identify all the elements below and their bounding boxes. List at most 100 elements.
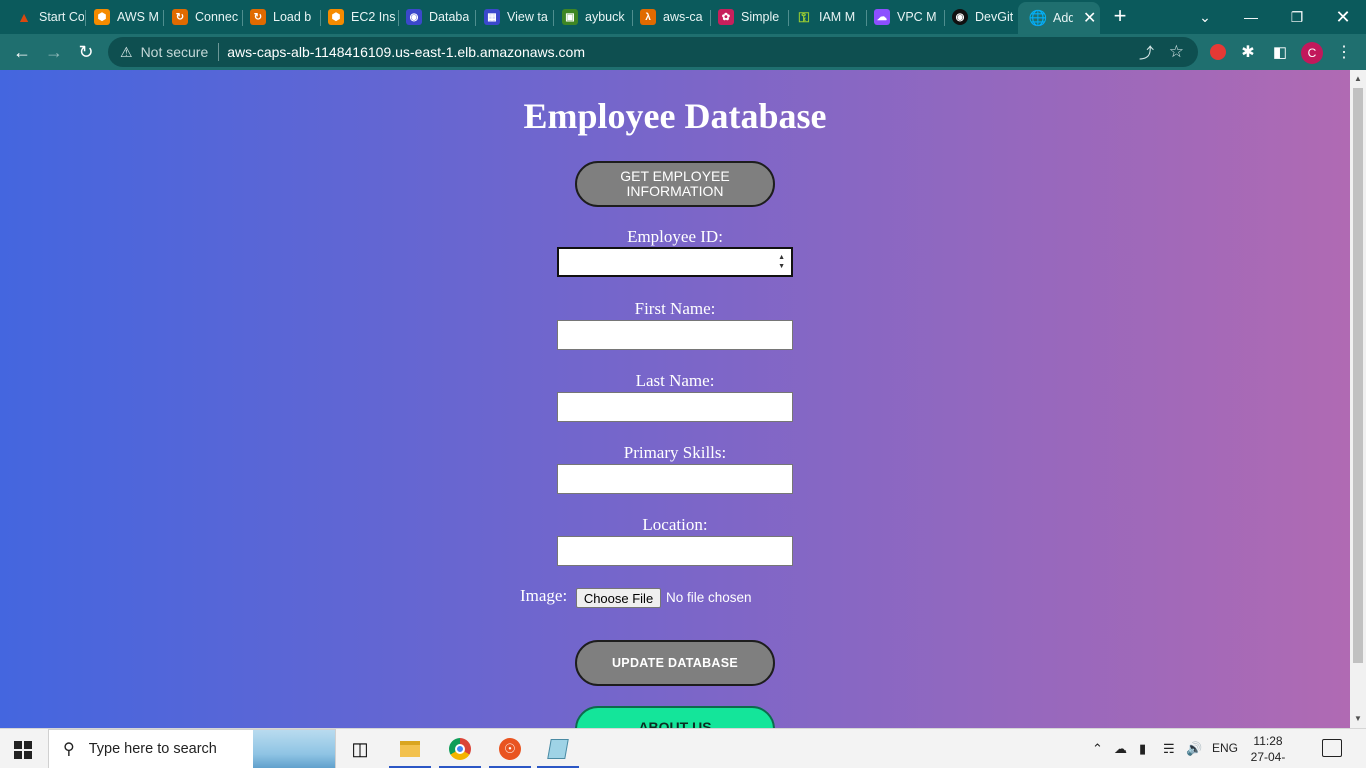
onedrive-cloud-icon[interactable]: ☁ bbox=[1114, 741, 1127, 757]
side-panel-icon[interactable]: ◧ bbox=[1266, 38, 1294, 66]
profile-avatar[interactable]: C bbox=[1301, 42, 1323, 64]
extension-record-icon[interactable] bbox=[1204, 38, 1232, 66]
tab-title: Add bbox=[1053, 11, 1073, 25]
battery-icon[interactable]: ▮ bbox=[1139, 741, 1146, 757]
aws-cube-icon: ⬢ bbox=[94, 9, 110, 25]
tab-aws-management[interactable]: ⬢ AWS M bbox=[82, 4, 160, 30]
task-view-icon[interactable]: ◫ bbox=[337, 729, 383, 768]
security-label[interactable]: Not secure bbox=[141, 44, 209, 60]
aws-service-icon: ↻ bbox=[250, 9, 266, 25]
file-explorer-icon[interactable] bbox=[387, 729, 433, 768]
browser-toolbar: ← → ↻ ⚠ Not secure aws-caps-alb-11484161… bbox=[0, 34, 1366, 70]
back-button[interactable]: ← bbox=[8, 38, 36, 66]
windows-start-icon[interactable] bbox=[14, 741, 32, 759]
url-text[interactable]: aws-caps-alb-1148416109.us-east-1.elb.am… bbox=[227, 44, 585, 60]
reload-button[interactable]: ↻ bbox=[72, 38, 100, 66]
notification-center-icon[interactable] bbox=[1322, 739, 1342, 757]
tab-load-balancer[interactable]: ↻ Load b bbox=[238, 4, 318, 30]
scroll-up-arrow-icon[interactable]: ▲ bbox=[1354, 74, 1362, 83]
tab-ec2-instances[interactable]: ⬢ EC2 Ins bbox=[316, 4, 396, 30]
tab-simple-notification[interactable]: ✿ Simple bbox=[706, 4, 786, 30]
first-name-label: First Name: bbox=[634, 299, 716, 318]
tab-connect[interactable]: ↻ Connec bbox=[160, 4, 240, 30]
aws-service-icon: ↻ bbox=[172, 9, 188, 25]
about-us-button[interactable]: ABOUT US bbox=[575, 706, 775, 728]
divider bbox=[218, 43, 220, 61]
tab-vpc[interactable]: ☁ VPC M bbox=[862, 4, 942, 30]
tab-s3-bucket[interactable]: ▣ aybuck bbox=[550, 4, 630, 30]
clock-date: 27-04-2023 bbox=[1250, 750, 1286, 768]
rds-icon: ◉ bbox=[406, 9, 422, 25]
employee-id-label: Employee ID: bbox=[627, 227, 723, 246]
tab-title: DevGit bbox=[975, 10, 1014, 24]
ubuntu-icon[interactable]: ☉ bbox=[487, 729, 533, 768]
search-highlight-image bbox=[253, 730, 335, 768]
choose-file-button[interactable]: Choose File bbox=[576, 588, 661, 608]
last-name-input[interactable] bbox=[557, 392, 793, 422]
page-title: Employee Database bbox=[523, 96, 827, 136]
iam-key-icon: ⚿ bbox=[798, 8, 810, 25]
tab-title: aws-ca bbox=[663, 10, 703, 24]
tab-title: IAM M bbox=[819, 10, 856, 24]
aws-cube-icon: ⬢ bbox=[328, 9, 344, 25]
volume-icon[interactable]: 🔊 bbox=[1186, 741, 1202, 757]
wifi-icon[interactable]: ☴ bbox=[1163, 741, 1175, 757]
extensions-puzzle-icon[interactable]: ✱ bbox=[1234, 38, 1262, 66]
location-input[interactable] bbox=[557, 536, 793, 566]
chrome-icon[interactable] bbox=[437, 729, 483, 768]
show-hidden-icons-chevron-icon[interactable]: ⌃ bbox=[1092, 741, 1103, 757]
tab-database[interactable]: ◉ Databa bbox=[394, 4, 472, 30]
tab-title: Connec bbox=[195, 10, 239, 24]
last-name-label: Last Name: bbox=[635, 371, 715, 390]
address-bar[interactable]: ⚠ Not secure aws-caps-alb-1148416109.us-… bbox=[108, 37, 1198, 67]
employee-id-input[interactable]: ▲ ▼ bbox=[557, 247, 793, 277]
close-window-button[interactable]: ✕ bbox=[1320, 0, 1366, 34]
get-employee-information-button[interactable]: GET EMPLOYEE INFORMATION bbox=[575, 161, 775, 207]
language-indicator[interactable]: ENG bbox=[1212, 741, 1238, 755]
number-spinner-icon[interactable]: ▲ ▼ bbox=[778, 253, 785, 271]
bookmark-star-icon[interactable]: ☆ bbox=[1169, 42, 1184, 62]
tab-iam[interactable]: ⚿ IAM M bbox=[784, 4, 864, 30]
github-icon: ◉ bbox=[952, 9, 968, 25]
tab-title: VPC M bbox=[897, 10, 937, 24]
tab-add-employee-active[interactable]: 🌐 Add ✕ bbox=[1018, 2, 1100, 34]
tab-start-course[interactable]: ▲ Start Co bbox=[4, 4, 84, 30]
globe-icon: 🌐 bbox=[1028, 10, 1048, 27]
scrollbar-thumb[interactable] bbox=[1353, 88, 1363, 663]
image-label: Image: bbox=[520, 586, 568, 605]
tab-title: Load b bbox=[273, 10, 312, 24]
lambda-icon: λ bbox=[640, 9, 656, 25]
tab-title: AWS M bbox=[117, 10, 159, 24]
update-database-button[interactable]: UPDATE DATABASE bbox=[575, 640, 775, 686]
aws-academy-icon: ▲ bbox=[17, 9, 31, 25]
tab-title: EC2 Ins bbox=[351, 10, 396, 24]
button-label: GET EMPLOYEE INFORMATION bbox=[620, 168, 730, 199]
clock-time: 11:28 bbox=[1253, 734, 1283, 748]
notepad-app-icon[interactable] bbox=[535, 729, 581, 768]
scroll-down-arrow-icon[interactable]: ▼ bbox=[1354, 714, 1362, 723]
tab-github[interactable]: ◉ DevGit bbox=[940, 4, 1020, 30]
primary-skills-label: Primary Skills: bbox=[623, 443, 727, 462]
windows-taskbar: ⚲ Type here to search ◫ ☉ ⌃ ☁ ▮ ☴ 🔊 ENG … bbox=[0, 728, 1366, 768]
forward-button[interactable]: → bbox=[40, 38, 68, 66]
browser-tab-strip: ▲ Start Co ⬢ AWS M ↻ Connec ↻ Load b ⬢ E… bbox=[0, 0, 1366, 34]
share-icon[interactable]: ⤴ bbox=[1139, 42, 1154, 63]
warning-triangle-icon[interactable]: ⚠ bbox=[120, 44, 133, 61]
tab-title: aybuck bbox=[585, 10, 625, 24]
restore-button[interactable]: ❐ bbox=[1274, 0, 1320, 34]
tab-search-chevron-icon[interactable]: ⌄ bbox=[1182, 0, 1228, 34]
tab-lambda[interactable]: λ aws-ca bbox=[628, 4, 708, 30]
tab-view-table[interactable]: ▦ View ta bbox=[472, 4, 552, 30]
minimize-button[interactable]: — bbox=[1228, 0, 1274, 34]
menu-kebab-icon[interactable]: ⋮ bbox=[1330, 38, 1358, 66]
taskbar-search-box[interactable]: ⚲ Type here to search bbox=[48, 729, 336, 768]
tab-title: Databa bbox=[429, 10, 470, 24]
first-name-input[interactable] bbox=[557, 320, 793, 350]
taskbar-clock[interactable]: 11:28 27-04-2023 bbox=[1240, 733, 1296, 768]
new-tab-button[interactable]: + bbox=[1108, 4, 1132, 30]
close-tab-icon[interactable]: ✕ bbox=[1083, 8, 1096, 28]
tab-title: View ta bbox=[507, 10, 548, 24]
primary-skills-input[interactable] bbox=[557, 464, 793, 494]
page-scrollbar[interactable]: ▲ ▼ bbox=[1350, 70, 1366, 728]
search-placeholder: Type here to search bbox=[88, 741, 217, 757]
